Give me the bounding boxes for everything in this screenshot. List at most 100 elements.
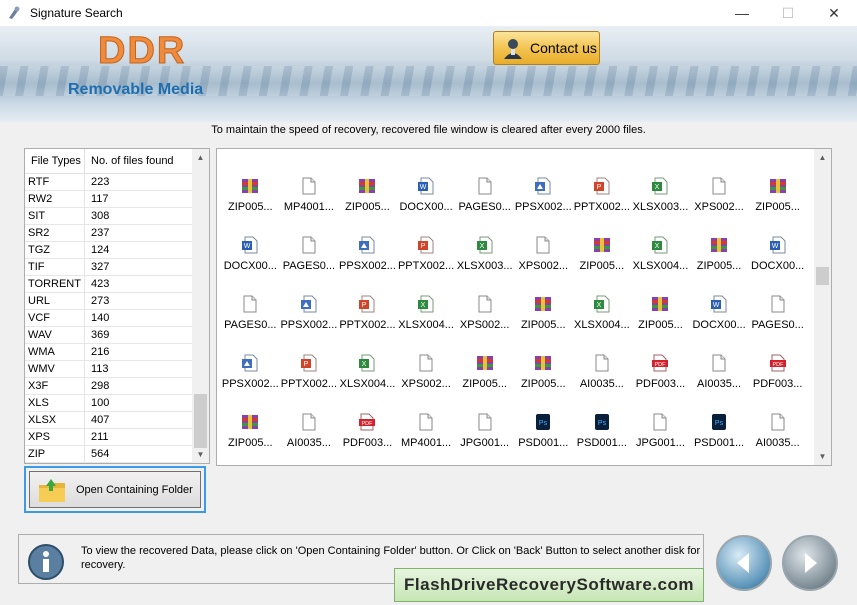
file-item[interactable]: X XLSX004...: [573, 291, 632, 350]
zip-file-icon: [535, 297, 552, 311]
file-item[interactable]: ZIP005...: [631, 291, 690, 350]
file-types-list[interactable]: File Types No. of files found RTF 223 RW2 1…: [24, 148, 210, 464]
file-item[interactable]: W DOCX00...: [748, 232, 807, 291]
file-item[interactable]: AI0035...: [690, 350, 749, 409]
file-item[interactable]: XPS002...: [514, 232, 573, 291]
table-row[interactable]: TIF 327: [25, 259, 193, 276]
back-button[interactable]: [716, 535, 772, 591]
file-item[interactable]: AI0035...: [573, 350, 632, 409]
contact-us-button[interactable]: Contact us: [493, 31, 600, 65]
file-item[interactable]: ZIP005...: [338, 173, 397, 232]
table-row[interactable]: ZIP 564: [25, 446, 193, 463]
scroll-down-icon[interactable]: ▼: [814, 448, 831, 465]
minimize-button[interactable]: —: [719, 0, 765, 26]
file-item[interactable]: ZIP005...: [514, 291, 573, 350]
table-row[interactable]: XLSX 407: [25, 412, 193, 429]
file-item[interactable]: MP4001...: [397, 409, 456, 465]
file-item[interactable]: ZIP005...: [455, 350, 514, 409]
file-item[interactable]: P PPTX002...: [338, 291, 397, 350]
file-count-cell: 423: [91, 278, 110, 290]
powerpoint-file-icon: P: [300, 354, 317, 372]
file-count-cell: 113: [91, 363, 109, 375]
file-item[interactable]: X XLSX003...: [455, 232, 514, 291]
recovered-files-view[interactable]: ZIP005... MP4001... ZIP005... W DOCX00... PAG…: [216, 148, 832, 466]
files-scrollbar[interactable]: ▲ ▼: [814, 149, 831, 465]
file-item[interactable]: Ps PSD001...: [573, 409, 632, 465]
close-button[interactable]: ✕: [811, 0, 857, 26]
file-item[interactable]: PPSX002...: [514, 173, 573, 232]
file-item[interactable]: P PPTX002...: [397, 232, 456, 291]
file-label: PPSX002...: [339, 260, 396, 272]
file-label: XLSX004...: [339, 378, 396, 390]
table-row[interactable]: WMA 216: [25, 344, 193, 361]
file-item[interactable]: AI0035...: [748, 409, 807, 465]
open-containing-folder-button[interactable]: Open Containing Folder: [29, 471, 201, 508]
file-item[interactable]: JPG001...: [631, 409, 690, 465]
next-button[interactable]: [782, 535, 838, 591]
table-row[interactable]: WAV 369: [25, 327, 193, 344]
column-file-types[interactable]: File Types: [25, 149, 85, 173]
file-item[interactable]: ZIP005...: [514, 350, 573, 409]
file-item[interactable]: P PPTX002...: [573, 173, 632, 232]
photoshop-file-icon: Ps: [594, 414, 609, 430]
file-item[interactable]: ZIP005...: [748, 173, 807, 232]
svg-text:PDF: PDF: [655, 362, 667, 368]
table-row[interactable]: RW2 117: [25, 191, 193, 208]
file-item[interactable]: Ps PSD001...: [690, 409, 749, 465]
maximize-button[interactable]: ☐: [765, 0, 811, 26]
file-item[interactable]: MP4001...: [280, 173, 339, 232]
file-label: ZIP005...: [227, 201, 273, 213]
table-row[interactable]: TGZ 124: [25, 242, 193, 259]
file-item[interactable]: ZIP005...: [221, 173, 280, 232]
file-item[interactable]: X XLSX004...: [397, 291, 456, 350]
file-item[interactable]: X XLSX004...: [631, 232, 690, 291]
file-item[interactable]: AI0035...: [280, 409, 339, 465]
file-item[interactable]: PDF PDF003...: [338, 409, 397, 465]
file-item[interactable]: ZIP005...: [690, 232, 749, 291]
svg-text:PDF: PDF: [772, 362, 784, 368]
file-item[interactable]: W DOCX00...: [221, 232, 280, 291]
file-item[interactable]: W DOCX00...: [690, 291, 749, 350]
table-row[interactable]: TORRENT 423: [25, 276, 193, 293]
file-item[interactable]: W DOCX00...: [397, 173, 456, 232]
file-types-scrollbar[interactable]: ▲ ▼: [192, 149, 209, 463]
file-item[interactable]: PAGES0...: [221, 291, 280, 350]
column-files-found[interactable]: No. of files found: [85, 149, 193, 173]
file-label: DOCX00...: [751, 260, 805, 272]
file-item[interactable]: PDF PDF003...: [631, 350, 690, 409]
file-item[interactable]: PAGES0...: [455, 173, 514, 232]
file-item[interactable]: ZIP005...: [221, 409, 280, 465]
file-item[interactable]: X XLSX004...: [338, 350, 397, 409]
file-item[interactable]: PAGES0...: [748, 291, 807, 350]
file-type-cell: RTF: [25, 174, 85, 190]
file-item[interactable]: XPS002...: [455, 291, 514, 350]
file-item[interactable]: PPSX002...: [338, 232, 397, 291]
table-row[interactable]: X3F 298: [25, 378, 193, 395]
scroll-down-icon[interactable]: ▼: [192, 446, 209, 463]
file-item[interactable]: XPS002...: [397, 350, 456, 409]
file-item[interactable]: X XLSX003...: [631, 173, 690, 232]
open-folder-focus-ring: Open Containing Folder: [24, 466, 206, 513]
file-item[interactable]: PDF PDF003...: [748, 350, 807, 409]
scroll-up-icon[interactable]: ▲: [192, 149, 209, 166]
scroll-thumb[interactable]: [194, 394, 207, 448]
scroll-up-icon[interactable]: ▲: [814, 149, 831, 166]
table-row[interactable]: SR2 237: [25, 225, 193, 242]
file-item[interactable]: XPS002...: [690, 173, 749, 232]
table-row[interactable]: URL 273: [25, 293, 193, 310]
file-item[interactable]: PPSX002...: [280, 291, 339, 350]
table-row[interactable]: VCF 140: [25, 310, 193, 327]
file-item[interactable]: ZIP005...: [573, 232, 632, 291]
table-row[interactable]: XLS 100: [25, 395, 193, 412]
file-item[interactable]: PPSX002...: [221, 350, 280, 409]
table-row[interactable]: WMV 113: [25, 361, 193, 378]
table-row[interactable]: XPS 211: [25, 429, 193, 446]
table-row[interactable]: RTF 223: [25, 174, 193, 191]
file-item[interactable]: Ps PSD001...: [514, 409, 573, 465]
powerpoint-file-icon: P: [359, 295, 375, 313]
file-item[interactable]: P PPTX002...: [280, 350, 339, 409]
scroll-thumb[interactable]: [816, 267, 829, 285]
file-item[interactable]: JPG001...: [455, 409, 514, 465]
file-item[interactable]: PAGES0...: [280, 232, 339, 291]
table-row[interactable]: SIT 308: [25, 208, 193, 225]
